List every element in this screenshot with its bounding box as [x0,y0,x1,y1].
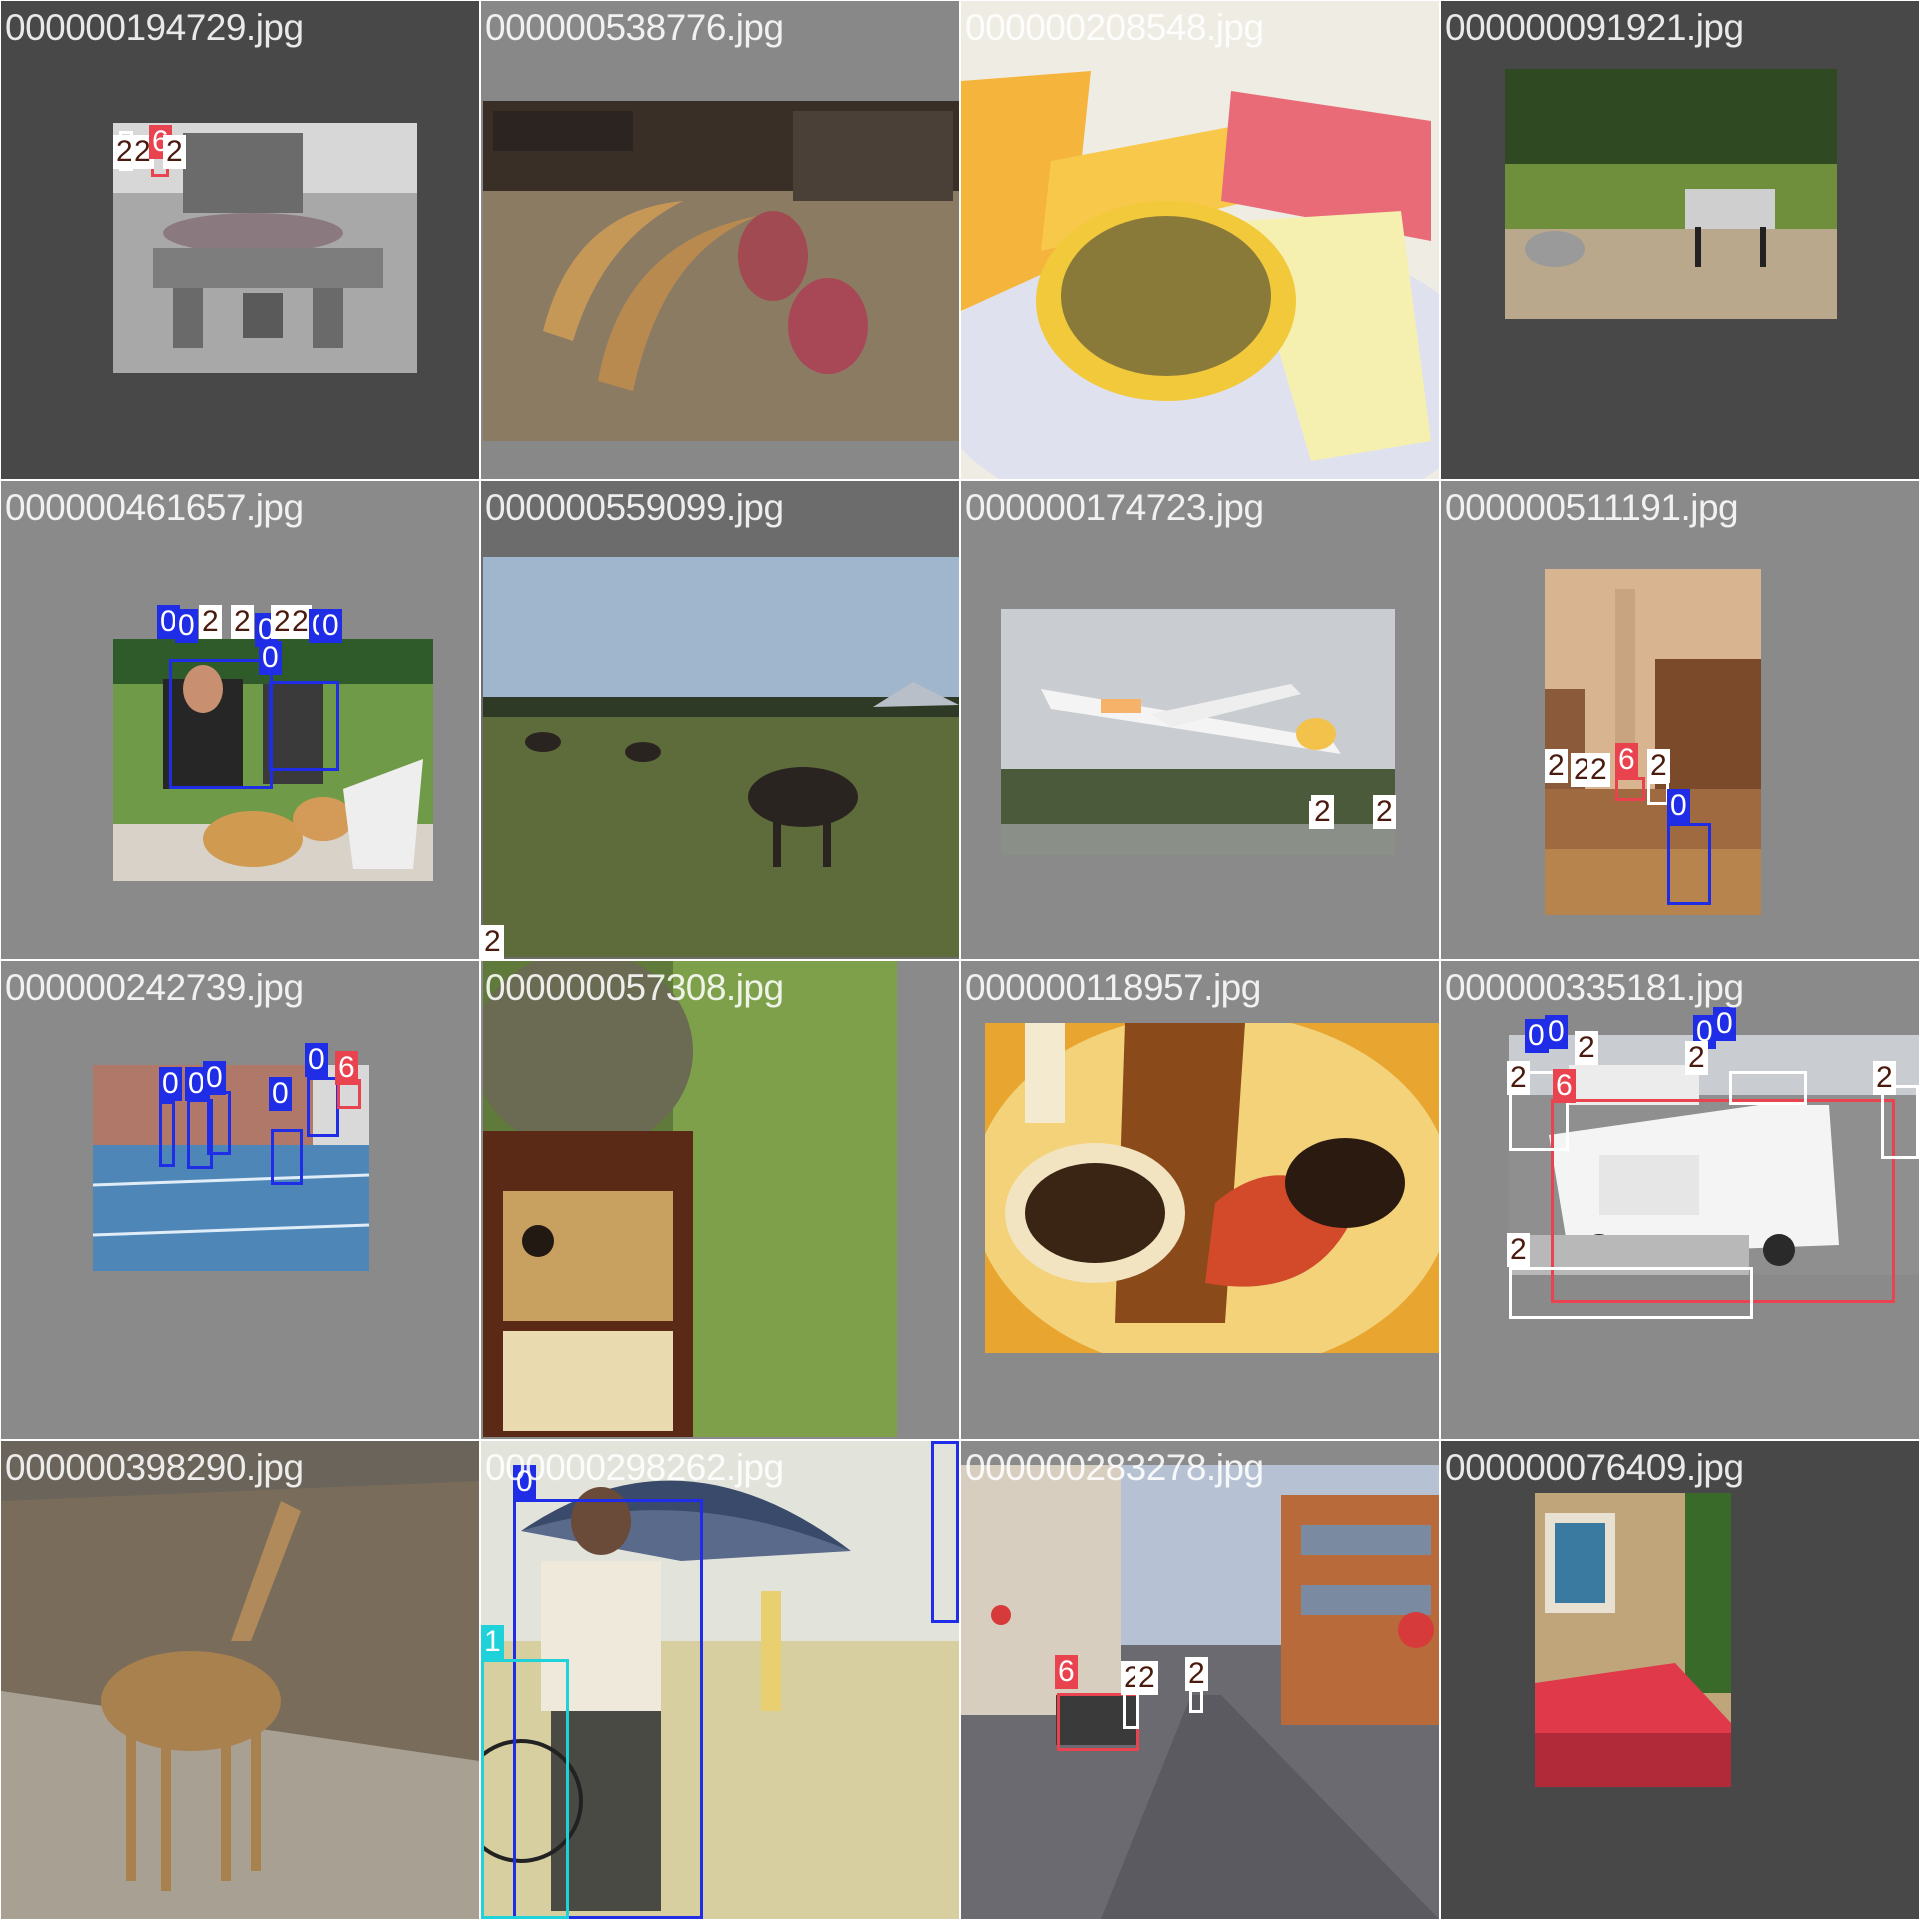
image-filename: 000000398290.jpg [5,1447,304,1488]
tile: 2 2 000000174723.jpg [961,481,1439,959]
tile: 000000538776.jpg [481,1,959,479]
image-filename: 000000298262.jpg [485,1447,784,1488]
detection-label: 2 [1135,1661,1158,1695]
tile: 2 2 2 6 2 0 000000511191.jpg [1441,481,1919,959]
photo-fruit-plate [961,1,1439,479]
photo-zebras [1505,69,1837,319]
image-filename: 000000194729.jpg [5,7,304,48]
tile: 0 0 1 000000298262.jpg [481,1441,959,1919]
photo-bananas-strawberries [483,101,959,441]
detection-label: 2 [199,605,222,639]
image-filename: 000000174723.jpg [965,487,1264,528]
tile: 000000208548.jpg [961,1,1439,479]
detection-label: 0 [1713,1007,1736,1041]
image-filename: 000000538776.jpg [485,7,784,48]
photo-airplane [1001,609,1395,855]
detection-label: 0 [269,1077,292,1111]
detection-label: 6 [335,1051,358,1085]
detection-label: 6 [1553,1069,1576,1103]
photo-giraffe [1,1441,479,1919]
detection-label: 0 [175,609,198,643]
tile: 2 2 6 2 000000194729.jpg [1,1,479,479]
detection-label: 2 [481,925,504,959]
detection-label: 2 [1373,795,1396,829]
detection-label: 2 [1507,1233,1530,1267]
image-filename: 000000283278.jpg [965,1447,1264,1488]
image-filename: 000000335181.jpg [1445,967,1744,1008]
photo-parking-meter [483,961,897,1437]
detection-label: 0 [319,609,342,643]
tile: 6 2 2 2 000000283278.jpg [961,1441,1439,1919]
photo-sepia-street [1545,569,1761,915]
image-filename: 000000559099.jpg [485,487,784,528]
detection-label: 0 [305,1043,328,1077]
detection-label: 2 [1587,753,1610,787]
detection-label: 0 [203,1061,226,1095]
detection-label: 2 [1185,1657,1208,1691]
detection-label: 2 [1311,795,1334,829]
tile: 0 0 2 0 0 2 2 6 2 2 000000335181.jpg [1441,961,1919,1439]
detection-label: 2 [1873,1061,1896,1095]
detection-label: 2 [1647,749,1670,783]
tile: 000000091921.jpg [1441,1,1919,479]
image-filename: 000000076409.jpg [1445,1447,1744,1488]
tile: 000000076409.jpg [1441,1441,1919,1919]
detection-label: 0 [159,1067,182,1101]
tile: 000000118957.jpg [961,961,1439,1439]
image-filename: 000000057308.jpg [485,967,784,1008]
detection-label: 2 [1507,1061,1530,1095]
detection-label: 2 [163,135,186,169]
tile: 2 000000559099.jpg [481,481,959,959]
image-filename: 000000511191.jpg [1445,487,1739,528]
detection-label: 2 [1575,1031,1598,1065]
tile: 000000057308.jpg [481,961,959,1439]
mosaic-grid: 2 2 6 2 000000194729.jpg 000000538776.jp… [0,0,1920,1920]
detection-label: 0 [931,1441,954,1443]
detection-label: 1 [481,1625,504,1659]
tile: 0 0 0 0 0 6 000000242739.jpg [1,961,479,1439]
image-filename: 000000118957.jpg [965,967,1261,1008]
photo-food-plate [985,1023,1439,1353]
tile: 0 0 2 2 0 2 2 0 0 0 000000461657.jpg [1,481,479,959]
photo-bedroom [1535,1493,1731,1787]
detection-label: 2 [1545,749,1568,783]
detection-label: 0 [259,641,282,675]
detection-label: 0 [1667,789,1690,823]
photo-cattle-field [483,557,959,957]
tile: 000000398290.jpg [1,1441,479,1919]
image-filename: 000000242739.jpg [5,967,304,1008]
image-filename: 000000208548.jpg [965,7,1264,48]
detection-label: 2 [1685,1041,1708,1075]
detection-label: 6 [1615,743,1638,777]
detection-label: 6 [1055,1655,1078,1689]
detection-label: 2 [231,605,254,639]
image-filename: 000000461657.jpg [5,487,304,528]
image-filename: 000000091921.jpg [1445,7,1744,48]
detection-label: 0 [1545,1015,1568,1049]
